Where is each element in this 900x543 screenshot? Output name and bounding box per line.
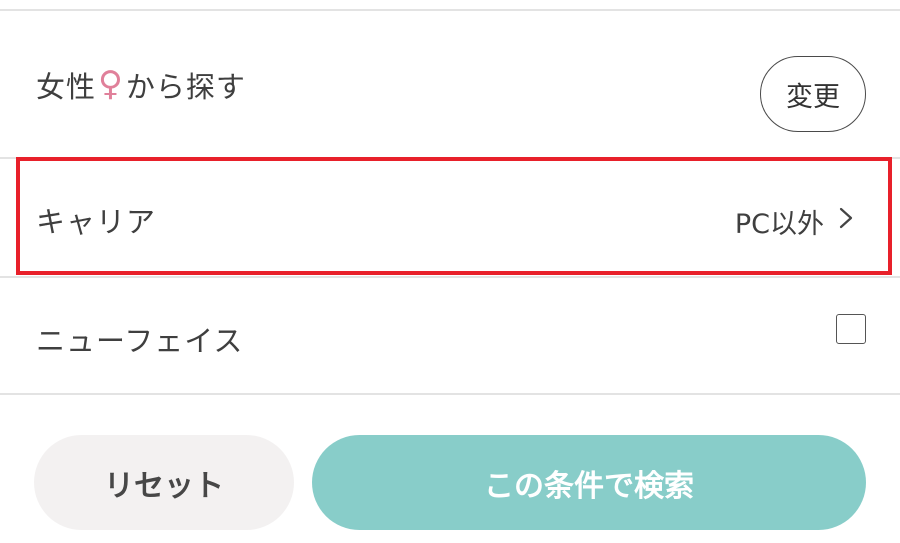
female-icon: ♀	[98, 64, 124, 104]
carrier-row[interactable]: キャリア PC以外	[0, 159, 900, 275]
gender-label: 女性♀から探す	[36, 64, 246, 106]
carrier-label: キャリア	[36, 205, 157, 239]
newface-label: ニューフェイス	[36, 324, 244, 358]
carrier-value: PC以外	[734, 209, 824, 240]
gender-row: 女性♀から探す 変更	[0, 11, 900, 157]
search-button[interactable]: この条件で検索	[312, 435, 866, 530]
reset-button[interactable]: リセット	[34, 435, 294, 530]
newface-row: ニューフェイス	[0, 278, 900, 393]
chevron-right-icon	[839, 207, 853, 229]
change-gender-button[interactable]: 変更	[760, 56, 866, 132]
gender-label-suffix: から探す	[125, 70, 246, 104]
search-conditions-panel: 女性♀から探す 変更 キャリア PC以外 ニューフェイス リセット この条件で検…	[0, 0, 900, 543]
gender-label-text: 女性	[36, 70, 97, 104]
divider-newface	[0, 393, 900, 395]
newface-checkbox[interactable]	[836, 314, 866, 344]
